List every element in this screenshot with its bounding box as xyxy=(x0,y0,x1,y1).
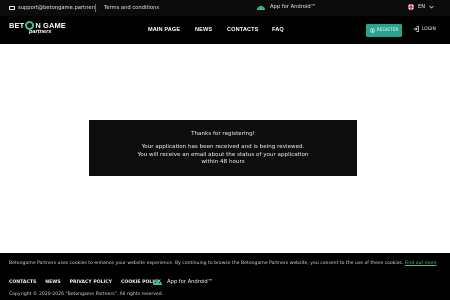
cookie-notice: Betongame Partners uses cookies to enhan… xyxy=(9,261,437,266)
divider xyxy=(95,4,96,12)
footer-links: CONTACTS NEWS PRIVACY POLICY COOKIE POLI… xyxy=(9,280,161,285)
language-label: EN xyxy=(418,4,426,10)
terms-link[interactable]: Terms and conditions xyxy=(104,5,159,11)
modal-title: Thanks for registering! xyxy=(191,131,255,137)
modal-message: Your application has been received and i… xyxy=(137,144,309,165)
site-logo[interactable]: BET N GAME partners xyxy=(9,21,69,39)
android-icon xyxy=(257,6,265,10)
nav-faq[interactable]: FAQ xyxy=(272,27,284,33)
find-out-more-link[interactable]: Find out more xyxy=(405,261,437,266)
footer-link-privacy-policy[interactable]: PRIVACY POLICY xyxy=(70,280,112,285)
login-button[interactable]: LOGIN xyxy=(413,26,436,32)
registration-confirmation-modal: Thanks for registering! Your application… xyxy=(89,120,357,176)
footer-link-news[interactable]: NEWS xyxy=(45,280,60,285)
footer-android-label: App for Android™ xyxy=(167,278,213,285)
nav-main-page[interactable]: MAIN PAGE xyxy=(148,27,180,33)
chevron-down-icon xyxy=(429,5,434,9)
login-label: LOGIN xyxy=(422,26,436,32)
cookie-notice-text: Betongame Partners uses cookies to enhan… xyxy=(9,261,404,266)
mail-icon xyxy=(9,5,15,11)
login-icon xyxy=(413,26,419,32)
android-icon xyxy=(153,280,162,285)
register-button[interactable]: REGISTER xyxy=(366,24,402,37)
site-footer: Betongame Partners uses cookies to enhan… xyxy=(0,253,450,300)
register-label: REGISTER xyxy=(376,28,399,33)
copyright: Copyright © 2020-2026 "Betongame Partner… xyxy=(9,292,164,297)
uk-flag-icon xyxy=(408,4,414,10)
top-bar: support@betongame.partners Terms and con… xyxy=(0,0,450,16)
support-email-link[interactable]: support@betongame.partners xyxy=(9,5,96,11)
language-selector[interactable]: EN xyxy=(408,4,434,10)
android-app-link[interactable]: App for Android™ xyxy=(256,4,316,10)
user-icon xyxy=(369,28,375,33)
nav-contacts[interactable]: CONTACTS xyxy=(227,27,258,33)
android-app-label: App for Android™ xyxy=(270,4,316,10)
footer-android-app-link[interactable]: App for Android™ xyxy=(152,278,213,285)
nav-news[interactable]: NEWS xyxy=(195,27,212,33)
footer-link-contacts[interactable]: CONTACTS xyxy=(9,280,36,285)
support-email-text: support@betongame.partners xyxy=(18,5,97,11)
